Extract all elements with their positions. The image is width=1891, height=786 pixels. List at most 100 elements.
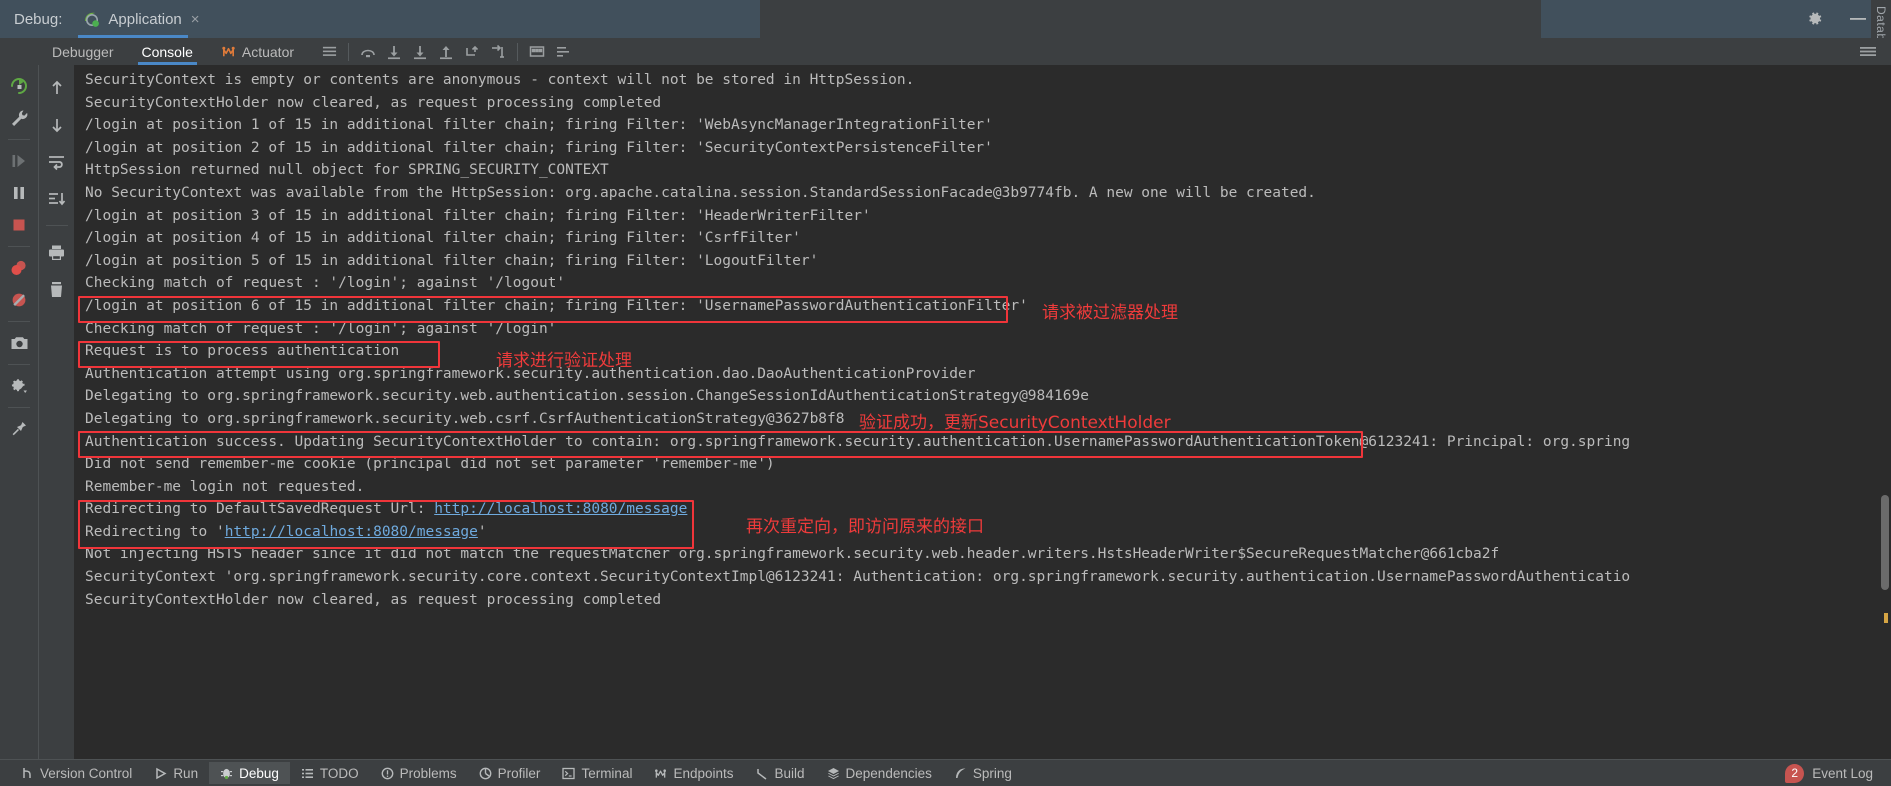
debug-actions-rail [0,65,38,759]
toolstrip-right-actions [1855,41,1891,63]
step-over-icon[interactable] [355,41,381,63]
redirect-url-link[interactable]: http://localhost:8080/message [434,501,687,517]
status-item-version-control[interactable]: Version Control [10,762,143,784]
console-output[interactable]: SecurityContext is empty or contents are… [74,65,1891,759]
spring-leaf-icon [954,767,967,780]
annotation-label-redirect: 再次重定向，即访问原来的接口 [746,517,984,537]
status-item-debug[interactable]: Debug [209,762,290,784]
status-item-label: Dependencies [845,765,932,781]
step-into-icon[interactable] [381,41,407,63]
actuator-icon [221,44,236,59]
console-line-highlighted: /login at position 6 of 15 in additional… [85,297,1028,314]
status-item-label: Version Control [40,765,133,781]
hide-icon[interactable] [1855,41,1881,63]
debug-titlebar-left: Debug: Application × [0,0,760,38]
status-item-label: Spring [972,765,1012,781]
status-item-label: Endpoints [673,765,734,781]
step-out-icon[interactable] [433,41,459,63]
settings-gear-icon[interactable] [4,371,34,401]
run-config-tab[interactable]: Application × [72,0,207,38]
status-item-terminal[interactable]: Terminal [551,762,643,784]
console-line: Did not send remember-me cookie (princip… [85,456,775,473]
status-item-profiler[interactable]: Profiler [468,762,552,784]
console-line-highlighted: Request is to process authentication [85,343,400,360]
resume-program-icon[interactable] [4,146,34,176]
run-config-tab-label: Application [108,10,182,28]
console-line: Checking match of request : '/login'; ag… [85,320,557,337]
console-line: HttpSession returned null object for SPR… [85,162,609,179]
status-item-endpoints[interactable]: Endpoints [643,762,744,784]
drop-frame-icon[interactable] [459,41,485,63]
tab-debugger-label: Debugger [52,43,114,60]
close-icon[interactable]: × [189,12,200,27]
status-item-label: Build [774,765,805,781]
scroll-down-icon[interactable] [42,110,72,140]
status-item-todo[interactable]: TODO [290,762,370,784]
console-line: Remember-me login not requested. [85,478,365,495]
scroll-up-icon[interactable] [42,73,72,103]
bug-icon [220,766,233,780]
screenshot-icon[interactable] [4,328,34,358]
clear-all-icon[interactable] [42,274,72,304]
annotation-label-process-authentication: 请求进行验证处理 [496,351,632,371]
event-log-label[interactable]: Event Log [1812,766,1873,781]
status-item-build[interactable]: Build [745,762,816,784]
console-line: SecurityContext 'org.springframework.sec… [85,569,1631,586]
profiler-icon [479,767,492,780]
tab-actuator[interactable]: Actuator [207,38,308,65]
tab-console-label: Console [141,43,193,60]
debug-tool-tabs: Debugger Console Actuator [0,38,1891,65]
console-line: SecurityContextHolder now cleared, as re… [85,94,662,111]
console-line: SecurityContext is empty or contents are… [85,72,915,88]
titlebar-spacer [760,0,1541,38]
branch-icon [21,766,34,780]
pin-tab-icon[interactable] [4,414,34,444]
console-line: Checking match of request : '/login'; ag… [85,275,566,292]
print-icon[interactable] [42,237,72,267]
status-item-problems[interactable]: Problems [370,762,468,784]
status-item-run[interactable]: Run [143,762,209,784]
console-line: /login at position 1 of 15 in additional… [85,117,993,134]
edit-configuration-wrench-icon[interactable] [4,103,34,133]
console-line-text: Redirecting to DefaultSavedRequest Url: [85,501,435,518]
rerun-icon[interactable] [4,71,34,101]
console-scrollbar-thumb[interactable] [1881,495,1889,590]
view-breakpoints-icon[interactable] [4,253,34,283]
status-item-spring[interactable]: Spring [943,762,1023,784]
evaluate-expression-icon[interactable] [524,41,550,63]
status-item-label: TODO [319,765,359,781]
status-item-dependencies[interactable]: Dependencies [816,762,943,784]
endpoints-icon [654,767,667,780]
gear-icon[interactable] [1805,9,1825,29]
mute-breakpoints-icon[interactable] [4,285,34,315]
console-actions-rail [38,65,74,759]
play-icon [154,767,167,780]
hammer-icon [756,767,769,780]
status-item-label: Run [173,765,199,781]
console-line: Authentication attempt using org.springf… [85,365,976,382]
terminal-icon [562,767,576,780]
tab-debugger[interactable]: Debugger [38,38,128,65]
console-line: No SecurityContext was available from th… [85,184,1316,201]
list-icon [301,767,314,780]
tab-console[interactable]: Console [128,38,207,65]
minimize-icon[interactable] [1847,9,1867,29]
console-line: Not injecting HSTS header since it did n… [85,546,1500,563]
soft-wrap-lines-icon[interactable] [42,147,72,177]
scroll-to-end-icon[interactable] [42,184,72,214]
event-log-badge: 2 [1785,763,1805,783]
status-item-label: Debug [239,765,279,781]
redirect-url-link[interactable]: http://localhost:8080/message [225,524,478,540]
soft-wrap-icon[interactable] [316,41,342,63]
status-item-label: Terminal [581,765,633,781]
console-line: /login at position 2 of 15 in additional… [85,139,993,156]
console-line: /login at position 4 of 15 in additional… [85,230,801,247]
titlebar-window-controls [1541,0,1891,38]
force-step-into-icon[interactable] [407,41,433,63]
pause-program-icon[interactable] [4,178,34,208]
status-bar-right: 2 Event Log [1785,763,1891,783]
run-to-cursor-icon[interactable] [485,41,511,63]
stop-icon[interactable] [4,210,34,240]
settings-list-icon[interactable] [550,41,576,63]
console-line: SecurityContextHolder now cleared, as re… [85,591,662,608]
